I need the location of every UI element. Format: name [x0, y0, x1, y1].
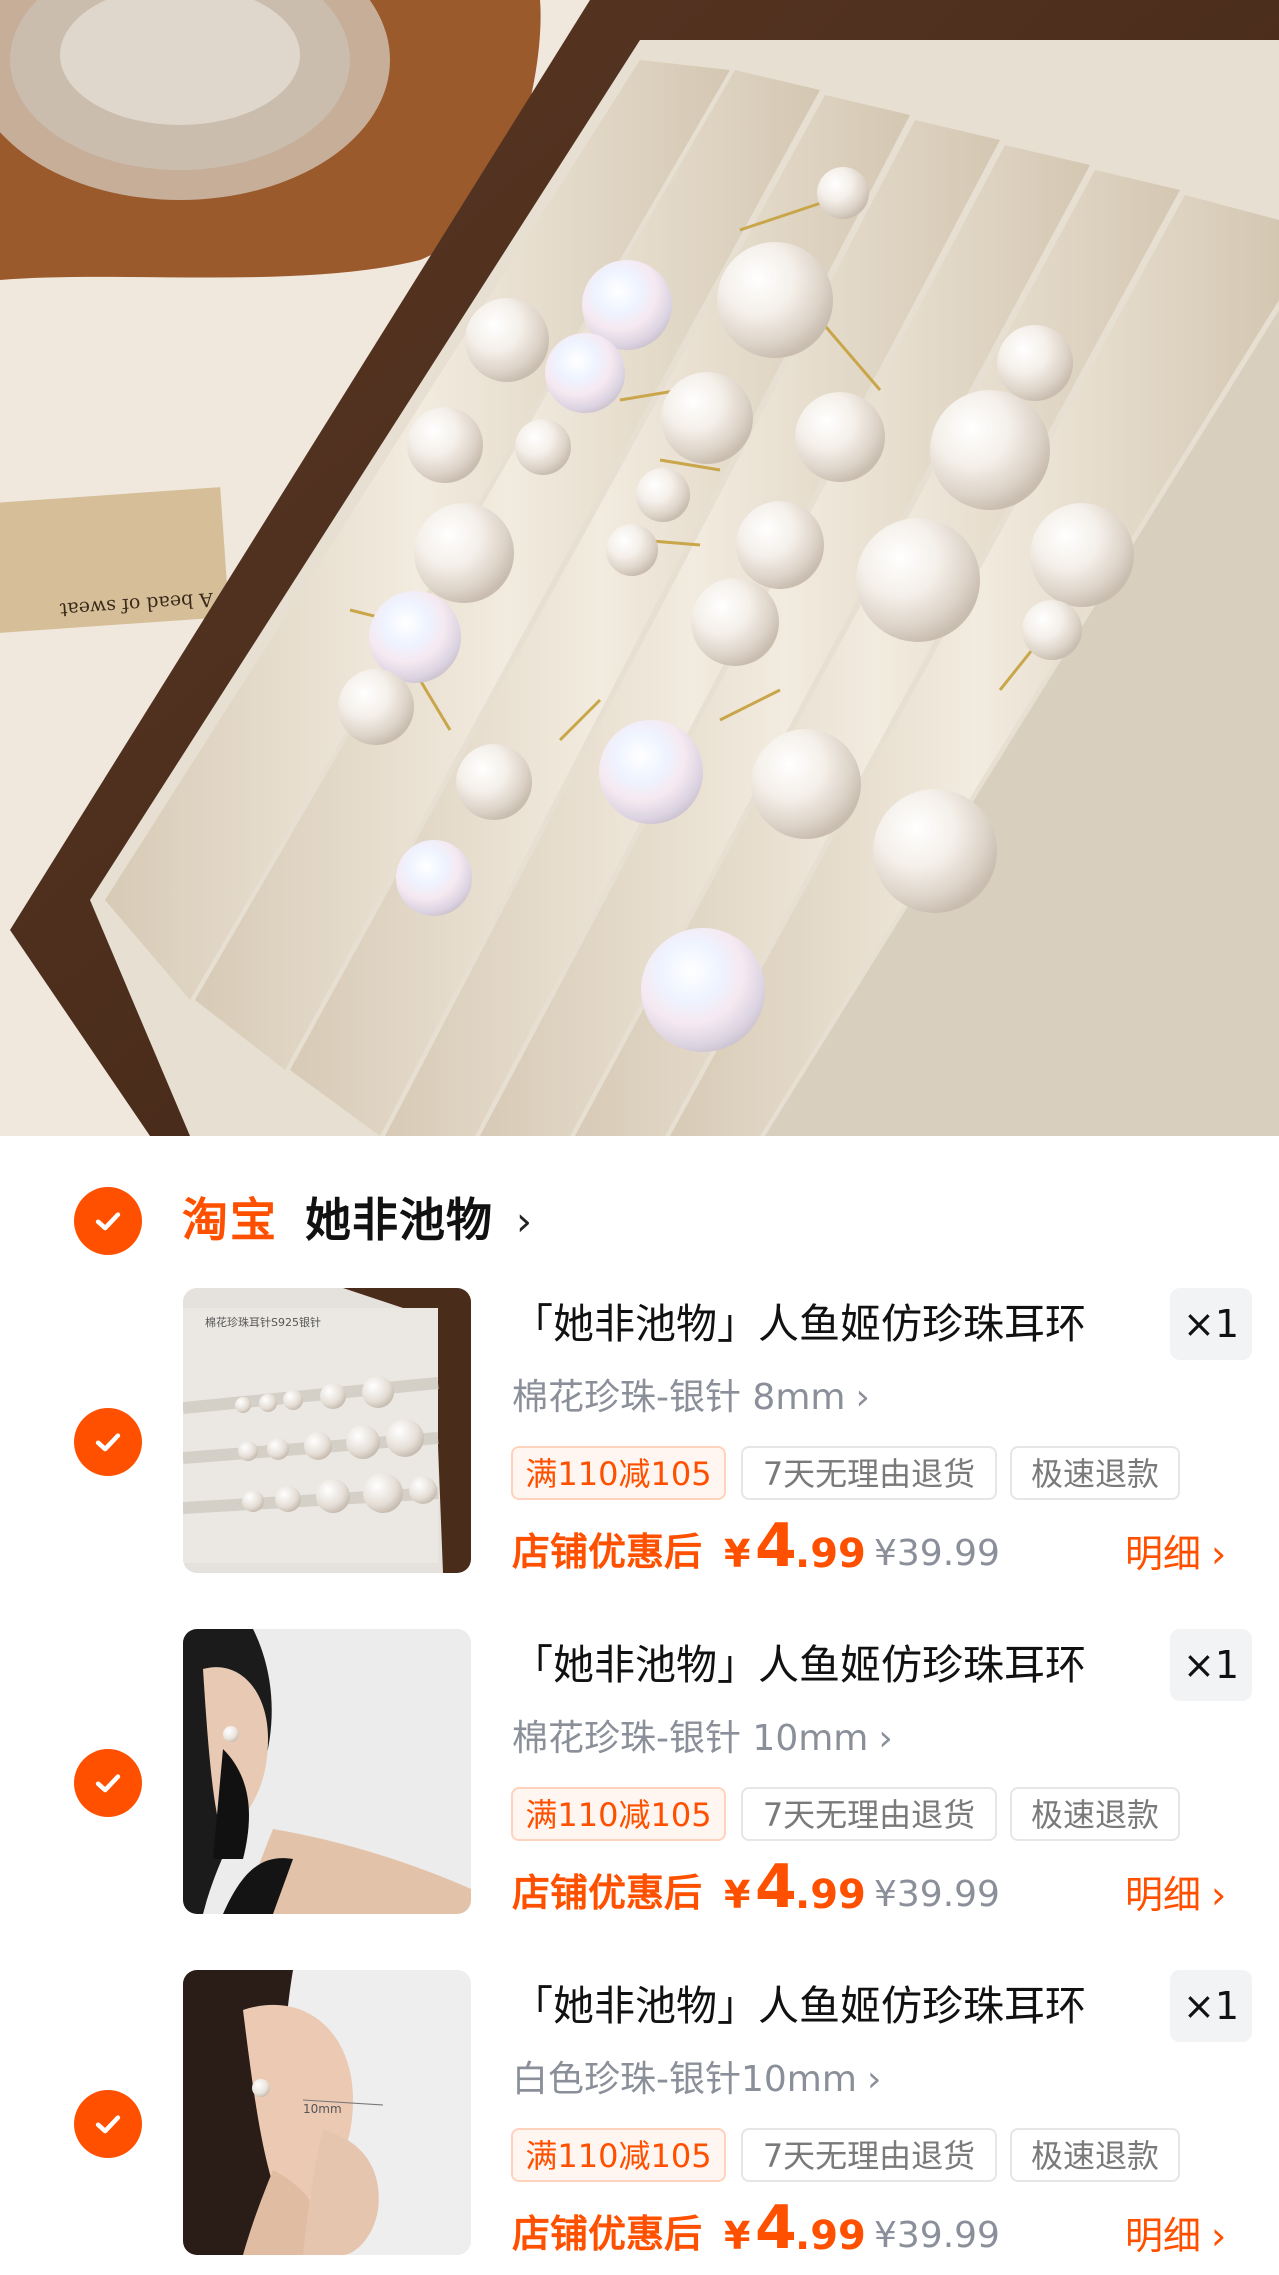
detail-label: 明细: [1125, 2214, 1202, 2258]
chevron-right-icon: ›: [866, 2059, 882, 2100]
shop-name-link[interactable]: 她非池物: [305, 1190, 493, 1250]
sku-label: 棉花珍珠-银针 8mm: [512, 1377, 846, 1418]
item-select-checkbox[interactable]: [74, 1408, 142, 1476]
fast-refund-tag: 极速退款: [1010, 1787, 1180, 1841]
chevron-right-icon[interactable]: ›: [516, 1198, 532, 1246]
promo-tag: 满110减105: [511, 1446, 726, 1500]
quantity-badge[interactable]: ×1: [1170, 1288, 1252, 1360]
price-currency: ¥: [724, 1873, 751, 1917]
return-policy-tag: 7天无理由退货: [741, 1787, 997, 1841]
price-label: 店铺优惠后: [512, 1530, 703, 1574]
fast-refund-tag: 极速退款: [1010, 2128, 1180, 2182]
price-integer: 4: [755, 1511, 797, 1581]
product-thumbnail[interactable]: 棉花珍珠耳针S925银针: [183, 1288, 471, 1573]
thumb-size-label: 10mm: [303, 2102, 342, 2116]
product-thumbnail[interactable]: 10mm: [183, 1970, 471, 2255]
original-price: ¥39.99: [874, 1874, 1000, 1915]
taobao-brand-label: 淘宝: [182, 1193, 278, 1247]
sku-selector[interactable]: 棉花珍珠-银针 8mm ›: [512, 1374, 870, 1422]
sku-label: 白色珍珠-银针10mm: [512, 2059, 857, 2100]
price-currency: ¥: [724, 1532, 751, 1576]
promo-tag: 满110减105: [511, 1787, 726, 1841]
price-decimal: .99: [795, 2213, 866, 2259]
product-title[interactable]: 「她非池物」人鱼姬仿珍珠耳环: [512, 1296, 1086, 1352]
original-price: ¥39.99: [874, 2215, 1000, 2256]
product-hero-image: A bead of sweat: [0, 0, 1279, 1136]
chevron-right-icon: ›: [1211, 1873, 1227, 1917]
cart-list: 淘宝 她非池物 › 棉花珍珠耳针S925银针 「她非池物」人鱼姬仿珍珠耳环 ×1…: [0, 1136, 1279, 2275]
checkmark-icon: [95, 1433, 121, 1452]
quantity-badge[interactable]: ×1: [1170, 1970, 1252, 2042]
thumb-caption: 棉花珍珠耳针S925银针: [205, 1315, 321, 1329]
price-detail-link[interactable]: 明细 ›: [1125, 1530, 1226, 1578]
item-select-checkbox[interactable]: [74, 2090, 142, 2158]
checkmark-icon: [95, 1212, 121, 1231]
price-label: 店铺优惠后: [512, 1871, 703, 1915]
checkmark-icon: [95, 2115, 121, 2134]
fast-refund-tag: 极速退款: [1010, 1446, 1180, 1500]
checkmark-icon: [95, 1774, 121, 1793]
chevron-right-icon: ›: [878, 1718, 893, 1759]
sku-label: 棉花珍珠-银针 10mm: [512, 1718, 869, 1759]
item-select-checkbox[interactable]: [74, 1749, 142, 1817]
price-currency: ¥: [724, 2214, 751, 2258]
price-decimal: .99: [795, 1872, 866, 1918]
detail-label: 明细: [1125, 1873, 1202, 1917]
promo-tag: 满110减105: [511, 2128, 726, 2182]
sku-selector[interactable]: 棉花珍珠-银针 10mm ›: [512, 1715, 893, 1763]
product-thumbnail[interactable]: [183, 1629, 471, 1914]
price-label: 店铺优惠后: [512, 2212, 703, 2256]
detail-label: 明细: [1125, 1532, 1202, 1576]
shop-select-checkbox[interactable]: [74, 1187, 142, 1255]
return-policy-tag: 7天无理由退货: [741, 2128, 997, 2182]
cart-item: 10mm 「她非池物」人鱼姬仿珍珠耳环 ×1 白色珍珠-银针10mm › 满110…: [0, 1970, 1279, 2270]
sku-selector[interactable]: 白色珍珠-银针10mm ›: [512, 2056, 881, 2104]
quantity-badge[interactable]: ×1: [1170, 1629, 1252, 1701]
price-decimal: .99: [795, 1531, 866, 1577]
shop-header[interactable]: 淘宝 她非池物 ›: [0, 1176, 1279, 1266]
chevron-right-icon: ›: [1211, 1532, 1227, 1576]
cart-item: 棉花珍珠耳针S925银针 「她非池物」人鱼姬仿珍珠耳环 ×1 棉花珍珠-银针 8…: [0, 1288, 1279, 1588]
chevron-right-icon: ›: [855, 1377, 870, 1418]
price-integer: 4: [755, 2193, 797, 2263]
product-title[interactable]: 「她非池物」人鱼姬仿珍珠耳环: [512, 1637, 1086, 1693]
cart-item: 「她非池物」人鱼姬仿珍珠耳环 ×1 棉花珍珠-银针 10mm › 满110减105…: [0, 1629, 1279, 1929]
return-policy-tag: 7天无理由退货: [741, 1446, 997, 1500]
price-integer: 4: [755, 1852, 797, 1922]
chevron-right-icon: ›: [1211, 2214, 1227, 2258]
price-detail-link[interactable]: 明细 ›: [1125, 1871, 1226, 1919]
original-price: ¥39.99: [874, 1533, 1000, 1574]
product-title[interactable]: 「她非池物」人鱼姬仿珍珠耳环: [512, 1978, 1086, 2034]
price-detail-link[interactable]: 明细 ›: [1125, 2212, 1226, 2260]
